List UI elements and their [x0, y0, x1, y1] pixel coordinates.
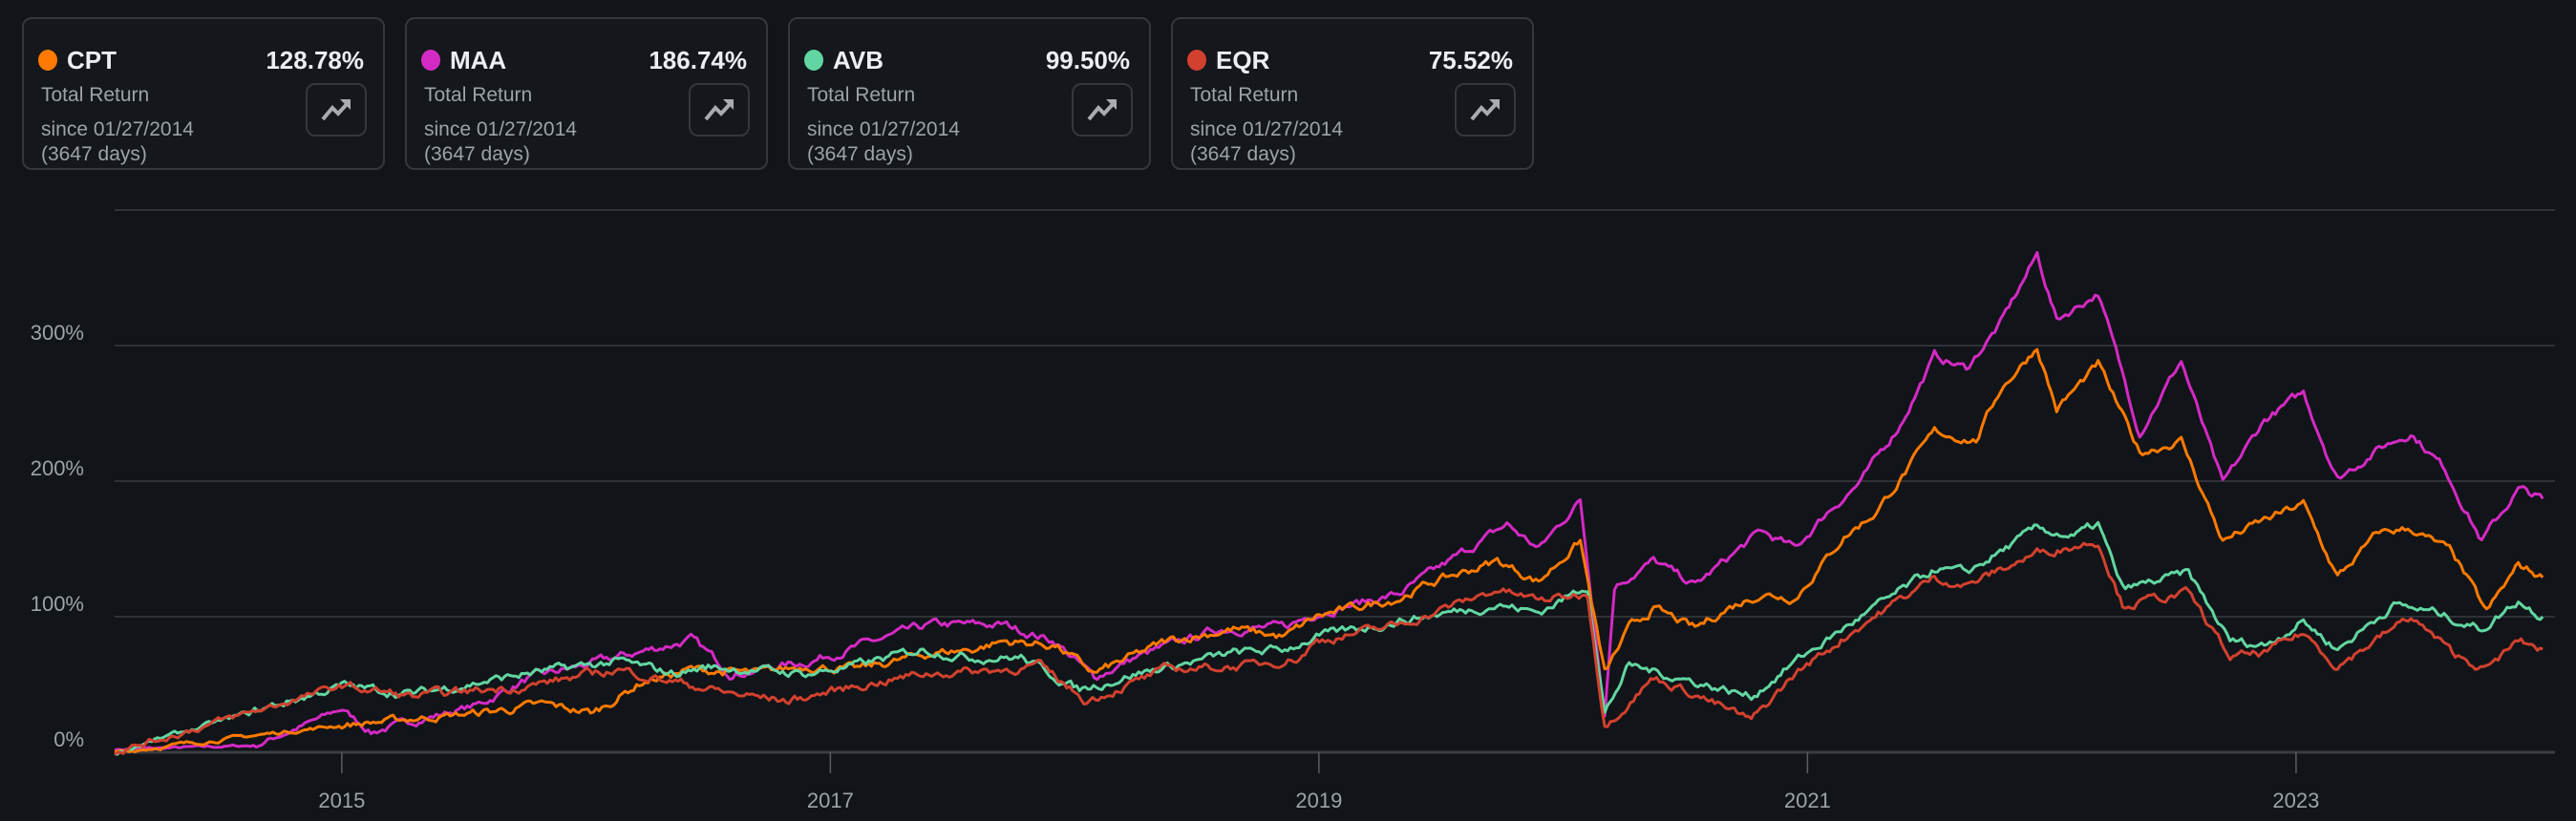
x-tick-label: 2021: [1784, 789, 1831, 812]
y-tick-label: 200%: [31, 456, 84, 480]
series-line-avb: [114, 520, 2544, 756]
x-tick-label: 2017: [807, 789, 854, 812]
x-tick-label: 2019: [1295, 789, 1342, 812]
series-line-cpt: [114, 347, 2544, 754]
y-tick-label: 0%: [53, 727, 84, 751]
y-tick-label: 300%: [31, 321, 84, 345]
x-tick-label: 2015: [318, 789, 365, 812]
series-line-maa: [114, 251, 2544, 752]
y-tick-label: 100%: [31, 592, 84, 616]
total-return-chart: 0% 100% 200% 300% 2015 2017 2019 2021 2023: [31, 209, 2555, 812]
x-tick-label: 2023: [2272, 789, 2319, 812]
